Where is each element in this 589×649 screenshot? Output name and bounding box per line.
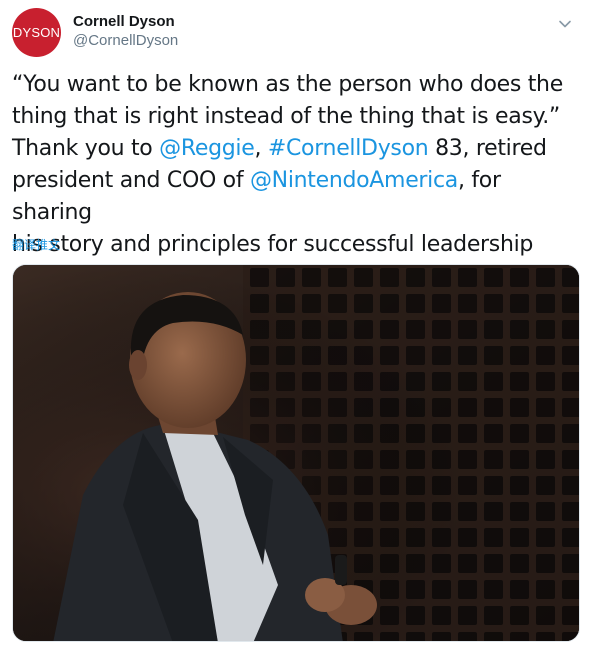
tweet-text-span: , (254, 136, 268, 161)
tweet-header: DYSON Cornell Dyson @CornellDyson (12, 8, 577, 58)
tweet-text: “You want to be known as the person who … (12, 69, 578, 261)
hashtag-link[interactable]: #CornellDyson (268, 136, 429, 161)
tweet-line: his story and principles for successful … (12, 232, 534, 257)
author-names: Cornell Dyson @CornellDyson (73, 13, 178, 51)
tweet-line: Thank you to @Reggie, #CornellDyson 83, … (12, 133, 578, 165)
tweet-photo[interactable] (12, 264, 580, 642)
chevron-down-icon (559, 20, 571, 28)
tweet: DYSON Cornell Dyson @CornellDyson “You w… (0, 0, 589, 649)
tweet-line: president and COO of @NintendoAmerica, f… (12, 165, 578, 229)
tweet-text-span: Thank you to (12, 136, 160, 161)
tweet-line: thing that is right instead of the thing… (12, 104, 560, 129)
mention-reggie-link[interactable]: @Reggie (159, 136, 255, 161)
display-name[interactable]: Cornell Dyson (73, 13, 178, 31)
avatar-logo-text: DYSON (12, 25, 61, 40)
more-options-button[interactable] (555, 14, 575, 34)
user-handle[interactable]: @CornellDyson (73, 31, 178, 51)
tweet-text-span: 83, retired (428, 136, 547, 161)
translate-tweet-link[interactable]: 翻译推文 (12, 236, 60, 253)
tweet-text-span: president and COO of (12, 168, 250, 193)
tweet-line: “You want to be known as the person who … (12, 72, 563, 97)
mention-nintendo-link[interactable]: @NintendoAmerica (250, 168, 458, 193)
speaker-photo-illustration (13, 265, 579, 641)
avatar[interactable]: DYSON (12, 8, 61, 57)
